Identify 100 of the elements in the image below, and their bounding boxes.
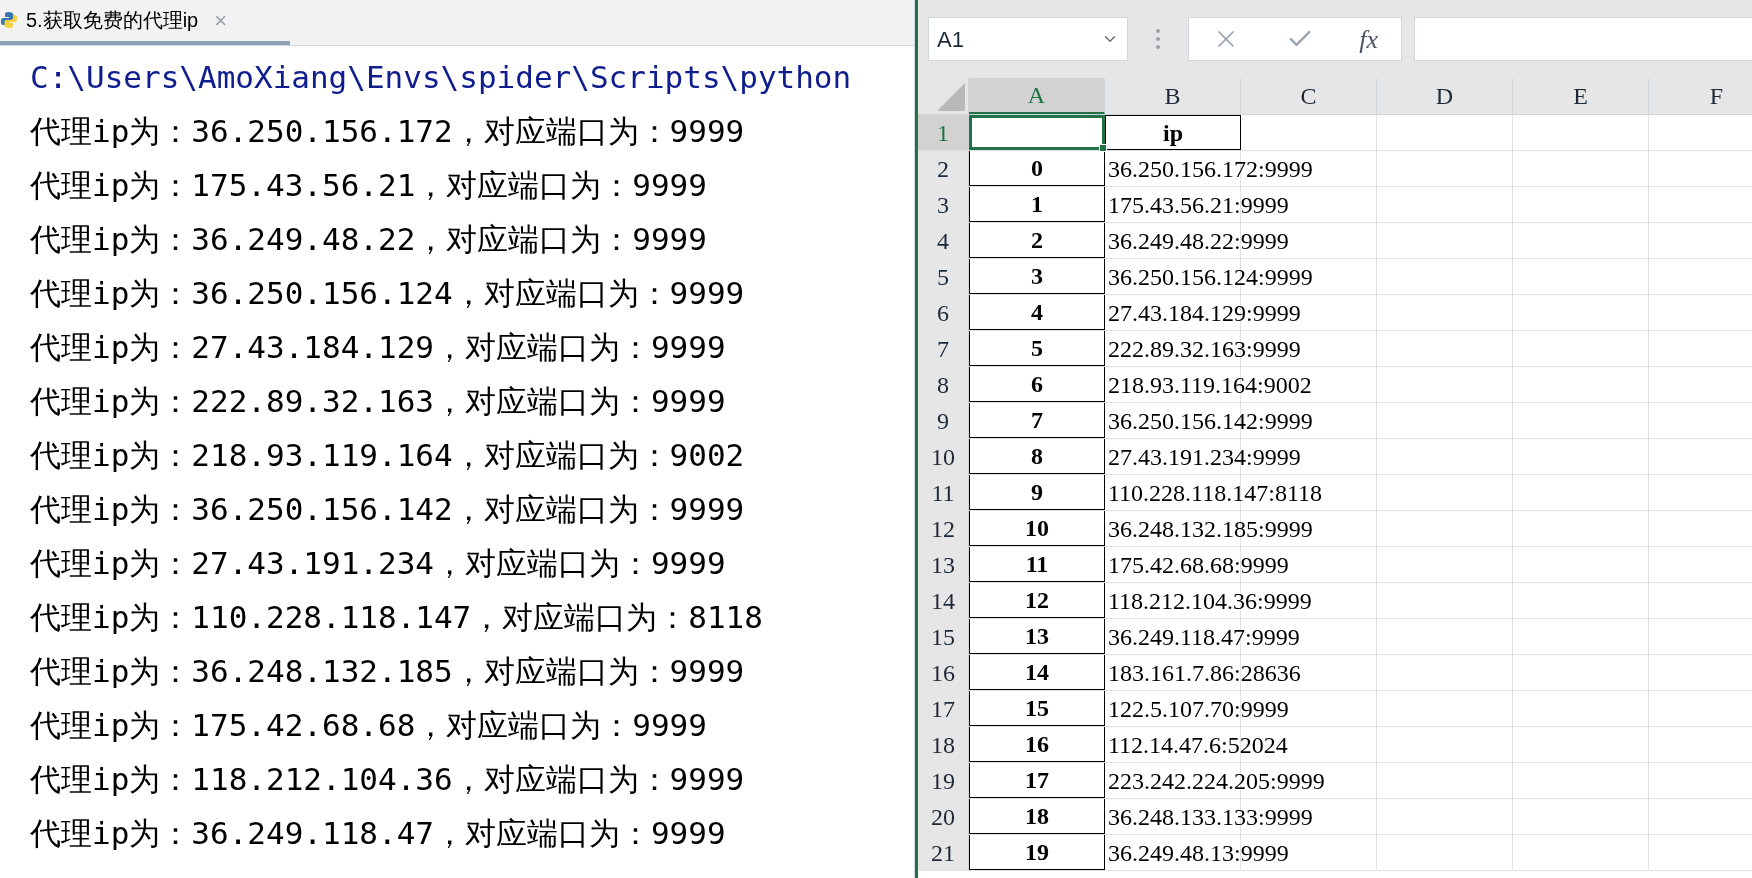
row-header[interactable]: 1 <box>918 115 969 150</box>
table-cell[interactable]: 13 <box>969 619 1105 654</box>
row-header[interactable]: 15 <box>918 619 969 654</box>
cell-text: 2 <box>1031 226 1043 255</box>
output-line: 代理ip为：27.43.191.234，对应端口为：9999 <box>30 544 726 583</box>
cell-text: 4 <box>1031 298 1043 327</box>
row-header[interactable]: 11 <box>918 475 969 510</box>
cell-text: 223.242.224.205:9999 <box>1107 766 1325 796</box>
output-line: 代理ip为：27.43.184.129，对应端口为：9999 <box>30 328 726 367</box>
table-cell[interactable]: 5 <box>969 331 1105 366</box>
row-header[interactable]: 17 <box>918 691 969 726</box>
column-header[interactable]: B <box>1105 78 1241 114</box>
table-cell[interactable]: 8 <box>969 439 1105 474</box>
cell-text: 218.93.119.164:9002 <box>1107 370 1312 400</box>
name-box[interactable]: A1 <box>928 17 1128 61</box>
row-header[interactable]: 19 <box>918 763 969 798</box>
table-cell[interactable]: 6 <box>969 367 1105 402</box>
output-line: 代理ip为：36.250.156.124，对应端口为：9999 <box>30 274 745 313</box>
row-header[interactable]: 10 <box>918 439 969 474</box>
table-cell[interactable]: 2 <box>969 223 1105 258</box>
cell-text: 8 <box>1031 442 1043 471</box>
cell-text: 36.250.156.124:9999 <box>1107 262 1313 292</box>
cell-text: 18 <box>1025 802 1049 831</box>
output-line: 代理ip为：36.250.156.142，对应端口为：9999 <box>30 490 745 529</box>
table-cell[interactable]: 12 <box>969 583 1105 618</box>
cell-text: 19 <box>1025 838 1049 867</box>
cell-text: 0 <box>1031 154 1043 183</box>
cell-text: 14 <box>1025 658 1049 687</box>
row-header[interactable]: 2 <box>918 151 969 186</box>
selected-cell[interactable] <box>969 115 1105 150</box>
cell-text: 6 <box>1031 370 1043 399</box>
row-header[interactable]: 8 <box>918 367 969 402</box>
column-header[interactable]: F <box>1649 78 1752 114</box>
cell-text: 36.248.132.185:9999 <box>1107 514 1313 544</box>
cell-text: 36.248.133.133:9999 <box>1107 802 1313 832</box>
cell-text: 5 <box>1031 334 1043 363</box>
cell-text: 9 <box>1031 478 1043 507</box>
row-header[interactable]: 16 <box>918 655 969 690</box>
row-header[interactable]: 6 <box>918 295 969 330</box>
table-cell[interactable]: 16 <box>969 727 1105 762</box>
row-header[interactable]: 18 <box>918 727 969 762</box>
cell-text: 36.249.48.22:9999 <box>1107 226 1289 256</box>
row-header[interactable]: 5 <box>918 259 969 294</box>
cell-text: 36.250.156.142:9999 <box>1107 406 1313 436</box>
column-header[interactable]: D <box>1377 78 1513 114</box>
cell-text: 10 <box>1025 514 1049 543</box>
output-line: 代理ip为：36.248.132.185，对应端口为：9999 <box>30 652 745 691</box>
fill-handle-icon[interactable] <box>1099 144 1107 152</box>
row-header[interactable]: 3 <box>918 187 969 222</box>
cell-text: 183.161.7.86:28636 <box>1107 658 1301 688</box>
output-line: 代理ip为：175.42.68.68，对应端口为：9999 <box>30 706 707 745</box>
row-header[interactable]: 12 <box>918 511 969 546</box>
column-header[interactable]: C <box>1241 78 1377 114</box>
output-line: 代理ip为：110.228.118.147，对应端口为：8118 <box>30 598 763 637</box>
row-header[interactable]: 4 <box>918 223 969 258</box>
table-cell[interactable]: 9 <box>969 475 1105 510</box>
column-header[interactable]: A <box>969 78 1105 114</box>
table-cell[interactable]: 18 <box>969 799 1105 834</box>
table-cell[interactable]: 7 <box>969 403 1105 438</box>
tab-title: 5.获取免费的代理ip <box>26 8 199 33</box>
cell-text: 36.249.118.47:9999 <box>1107 622 1300 652</box>
row-header[interactable]: 20 <box>918 799 969 834</box>
row-header[interactable]: 9 <box>918 403 969 438</box>
cell-text: 15 <box>1025 694 1049 723</box>
table-cell[interactable]: 1 <box>969 187 1105 222</box>
output-line: 代理ip为：218.93.119.164，对应端口为：9002 <box>30 436 745 475</box>
table-cell[interactable]: 15 <box>969 691 1105 726</box>
cell-text: 112.14.47.6:52024 <box>1107 730 1288 760</box>
table-cell[interactable]: 0 <box>969 151 1105 186</box>
output-line: 代理ip为：36.250.156.172，对应端口为：9999 <box>30 112 745 151</box>
python-logo-icon <box>0 11 18 29</box>
drag-handle-icon <box>1156 29 1160 49</box>
cell-text: 175.43.56.21:9999 <box>1107 190 1289 220</box>
row-header[interactable]: 7 <box>918 331 969 366</box>
output-line: 代理ip为：222.89.32.163，对应端口为：9999 <box>30 382 726 421</box>
output-line: 代理ip为：175.43.56.21，对应端口为：9999 <box>30 166 707 205</box>
table-cell[interactable]: 19 <box>969 835 1105 870</box>
row-header[interactable]: 21 <box>918 835 969 870</box>
output-line: 代理ip为：36.249.48.22，对应端口为：9999 <box>30 220 707 259</box>
command-line: C:\Users\AmoXiang\Envs\spider\Scripts\python <box>30 58 852 97</box>
formula-input[interactable] <box>1414 17 1752 61</box>
cell-text: 17 <box>1025 766 1049 795</box>
cell-text: 175.42.68.68:9999 <box>1107 550 1289 580</box>
cell-text: 12 <box>1025 586 1049 615</box>
row-header[interactable]: 14 <box>918 583 969 618</box>
table-cell[interactable]: 3 <box>969 259 1105 294</box>
table-cell[interactable]: 10 <box>969 511 1105 546</box>
cell-text: 7 <box>1031 406 1043 435</box>
cell-text: 110.228.118.147:8118 <box>1107 478 1322 508</box>
cell-text: 27.43.184.129:9999 <box>1107 298 1301 328</box>
table-cell[interactable]: 11 <box>969 547 1105 582</box>
table-cell[interactable]: 17 <box>969 763 1105 798</box>
table-cell[interactable]: 14 <box>969 655 1105 690</box>
row-header[interactable]: 13 <box>918 547 969 582</box>
cell-text: 3 <box>1031 262 1043 291</box>
cell-text: 36.249.48.13:9999 <box>1107 838 1289 868</box>
table-cell[interactable]: 4 <box>969 295 1105 330</box>
column-header[interactable]: E <box>1513 78 1649 114</box>
insert-function-button[interactable]: fx <box>1359 19 1379 59</box>
cell-reference: A1 <box>937 25 964 54</box>
